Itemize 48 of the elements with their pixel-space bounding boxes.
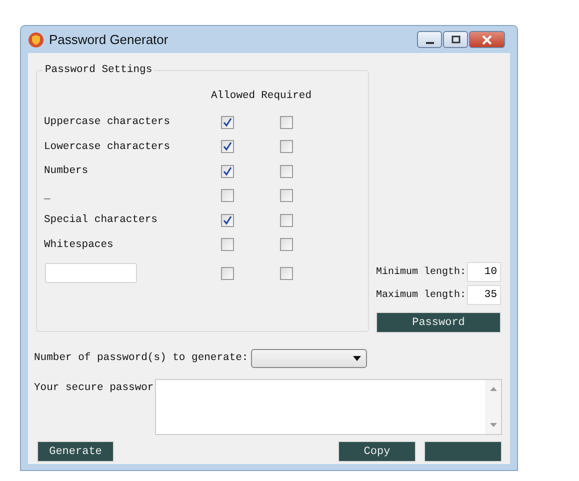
maximum-length-field[interactable]: 35 — [467, 285, 501, 305]
checkbox[interactable] — [280, 238, 293, 252]
copy-button[interactable]: Copy — [338, 441, 416, 462]
scrollbar[interactable] — [485, 380, 501, 434]
window-title: Password Generator — [49, 32, 168, 47]
checkbox[interactable] — [280, 266, 293, 280]
action-button[interactable] — [424, 441, 502, 462]
field-label: Your secure passwor — [34, 382, 155, 396]
close-button[interactable] — [469, 31, 505, 48]
checkbox[interactable] — [221, 266, 234, 280]
option-label: Numbers — [44, 165, 88, 178]
maximize-icon — [450, 34, 460, 44]
password-button[interactable]: Password — [376, 312, 501, 333]
option-label: _ — [44, 190, 50, 202]
scroll-up-icon[interactable] — [490, 387, 496, 391]
checkbox[interactable] — [221, 116, 234, 129]
checkbox[interactable] — [280, 214, 293, 227]
checkbox[interactable] — [221, 189, 234, 202]
close-icon — [482, 34, 492, 44]
checkbox[interactable] — [221, 164, 234, 178]
count-dropdown[interactable] — [251, 348, 368, 368]
scroll-down-icon[interactable] — [490, 423, 496, 427]
checkbox[interactable] — [280, 189, 293, 202]
column-header: Required — [261, 90, 312, 104]
maximize-button[interactable] — [443, 31, 468, 48]
group-title: Password Settings — [44, 64, 154, 76]
option-label: Whitespaces — [44, 238, 114, 251]
checkbox[interactable] — [280, 140, 293, 154]
password-output-field[interactable] — [155, 379, 502, 435]
field-label: Minimum length: — [376, 266, 466, 278]
checkbox[interactable] — [221, 140, 234, 154]
option-label: Uppercase characters — [44, 116, 170, 128]
generate-button[interactable]: Generate — [37, 441, 114, 462]
column-header: Allowed — [211, 90, 256, 104]
custom-characters-field[interactable] — [45, 263, 137, 284]
minimize-icon — [426, 42, 434, 44]
checkbox[interactable] — [280, 164, 293, 178]
minimum-length-field[interactable]: 10 — [467, 262, 501, 282]
checkbox[interactable] — [221, 214, 234, 227]
option-label: Special characters — [44, 214, 158, 226]
field-label: Maximum length: — [376, 290, 466, 300]
checkbox[interactable] — [221, 238, 234, 252]
field-label: Number of password(s) to generate: — [34, 352, 248, 364]
option-label: Lowercase characters — [44, 140, 170, 153]
checkbox[interactable] — [280, 116, 293, 129]
minimize-button[interactable] — [417, 31, 442, 48]
shield-icon — [28, 32, 44, 48]
caret-icon — [353, 356, 362, 360]
